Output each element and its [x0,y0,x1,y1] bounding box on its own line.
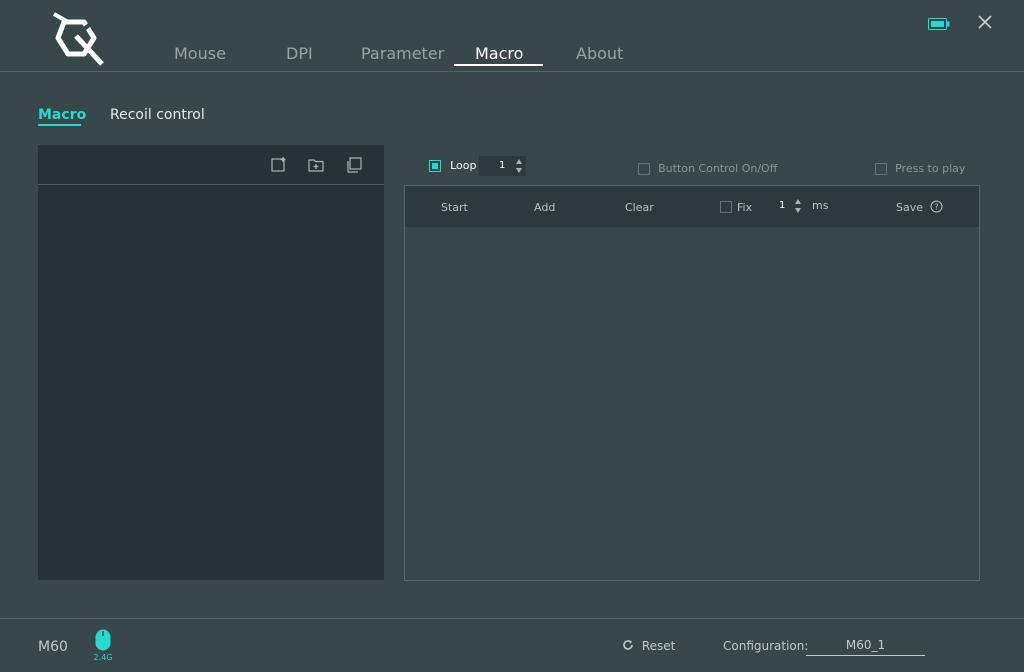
stepper-arrows-icon[interactable] [794,198,802,214]
loop-count-value: 1 [499,160,506,171]
press-to-play-option: Press to play [875,158,965,180]
tab-parameter[interactable]: Parameter [361,44,444,63]
ms-label: ms [812,199,829,212]
button-control-label: Button Control On/Off [658,162,778,175]
loop-control: Loop [429,155,476,177]
macro-list-header [38,145,384,185]
loop-count-stepper[interactable]: 1 [479,156,526,176]
press-to-play-checkbox[interactable] [875,162,887,175]
button-control-checkbox[interactable] [638,162,650,175]
active-tab-underline [454,64,543,66]
tab-dpi[interactable]: DPI [286,44,313,63]
fix-checkbox[interactable] [720,201,732,213]
brand-logo [53,12,104,66]
macro-list[interactable] [38,185,384,579]
configuration-selector[interactable]: M60_1 [806,638,925,656]
stepper-arrows-icon[interactable] [515,158,523,174]
subtab-underline [38,124,81,126]
add-button[interactable]: Add [534,201,555,214]
battery-icon [928,18,950,30]
footer-bar: M60 2.4G Reset Configuration: M60_1 [0,618,1024,672]
macro-list-panel [38,145,384,580]
new-macro-icon[interactable] [270,156,288,174]
clear-button[interactable]: Clear [625,201,654,214]
connection-type: 2.4G [93,653,113,662]
tab-mouse[interactable]: Mouse [174,44,226,63]
tab-about[interactable]: About [576,44,623,63]
button-control-option: Button Control On/Off [638,158,777,180]
help-icon[interactable]: ? [930,200,943,213]
save-button[interactable]: Save [896,201,923,214]
subtab-recoil-control[interactable]: Recoil control [110,107,205,123]
reset-icon [623,640,633,650]
press-to-play-label: Press to play [895,162,966,175]
close-icon[interactable] [975,12,995,32]
connection-indicator: 2.4G [92,629,114,663]
mouse-icon [95,629,111,651]
reset-label: Reset [641,639,676,653]
reset-button[interactable]: Reset [622,639,675,653]
loop-checkbox[interactable] [429,159,441,172]
top-bar: Mouse DPI Parameter Macro About [0,0,1024,72]
macro-editor-toolbar: Start Add Clear Fix 1 ms Save ? [405,186,979,227]
fix-delay-value: 1 [779,200,786,211]
fix-label: Fix [737,201,753,214]
configuration-label: Configuration: [723,639,809,653]
subtab-macro[interactable]: Macro [38,107,86,123]
tab-macro[interactable]: Macro [475,44,523,63]
device-model: M60 [38,639,68,655]
import-macro-icon[interactable] [307,156,325,174]
macro-editor-panel: Start Add Clear Fix 1 ms Save ? [404,185,980,581]
svg-text:?: ? [934,203,938,212]
macro-event-list[interactable] [405,227,979,580]
loop-label: Loop [450,159,477,172]
fix-delay-stepper[interactable]: 1 [759,196,805,216]
copy-macro-icon[interactable] [345,156,363,174]
start-button[interactable]: Start [441,201,468,214]
